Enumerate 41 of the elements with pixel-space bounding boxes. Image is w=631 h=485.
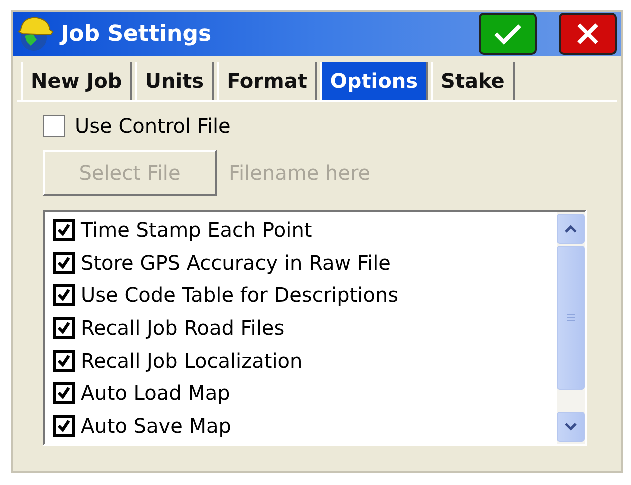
option-label: Use Code Table for Descriptions — [81, 283, 399, 308]
close-icon — [576, 22, 600, 46]
option-label: Auto Load Map — [81, 381, 230, 406]
filename-label: Filename here — [229, 161, 371, 185]
checkbox[interactable] — [53, 317, 75, 340]
option-label: Recall Job Localization — [81, 348, 303, 373]
tab[interactable]: New Job — [21, 62, 132, 100]
checkmark-icon — [56, 352, 72, 369]
tab[interactable]: Stake — [431, 62, 515, 100]
checkbox[interactable] — [43, 115, 65, 137]
tab[interactable]: Units — [135, 62, 214, 100]
checkmark-icon — [56, 385, 72, 402]
option-label: Time Stamp Each Point — [81, 218, 312, 242]
caret-down-icon — [564, 422, 578, 432]
caret-up-icon — [564, 224, 578, 234]
checkmark-icon — [56, 418, 72, 434]
checkbox[interactable] — [53, 252, 75, 274]
checkbox[interactable] — [53, 382, 75, 404]
checkmark-icon — [56, 320, 72, 336]
scroll-up-button[interactable] — [557, 214, 585, 244]
scroll-thumb[interactable] — [557, 246, 585, 390]
checkmark-icon — [493, 22, 523, 46]
option-label: Auto Save Map — [81, 414, 232, 438]
checkbox[interactable] — [53, 414, 75, 437]
tab[interactable]: Options — [320, 62, 428, 100]
checkmark-icon — [56, 222, 72, 238]
checkmark-icon — [56, 287, 72, 304]
grip-icon — [565, 313, 577, 323]
scroll-down-button[interactable] — [557, 412, 585, 442]
option-label: Recall Job Road Files — [81, 316, 285, 340]
checkbox[interactable] — [53, 350, 75, 372]
checkbox-label: Use Control File — [75, 114, 231, 138]
window-title: Job Settings — [61, 22, 213, 46]
scrollbar[interactable] — [557, 212, 585, 444]
checkbox[interactable] — [53, 284, 75, 306]
checkbox[interactable] — [53, 219, 75, 242]
tab[interactable]: Format — [217, 62, 318, 100]
ok-button[interactable] — [479, 13, 537, 55]
option-label: Store GPS Accuracy in Raw File — [81, 250, 391, 275]
close-button[interactable] — [559, 13, 617, 55]
checkmark-icon — [56, 254, 72, 271]
